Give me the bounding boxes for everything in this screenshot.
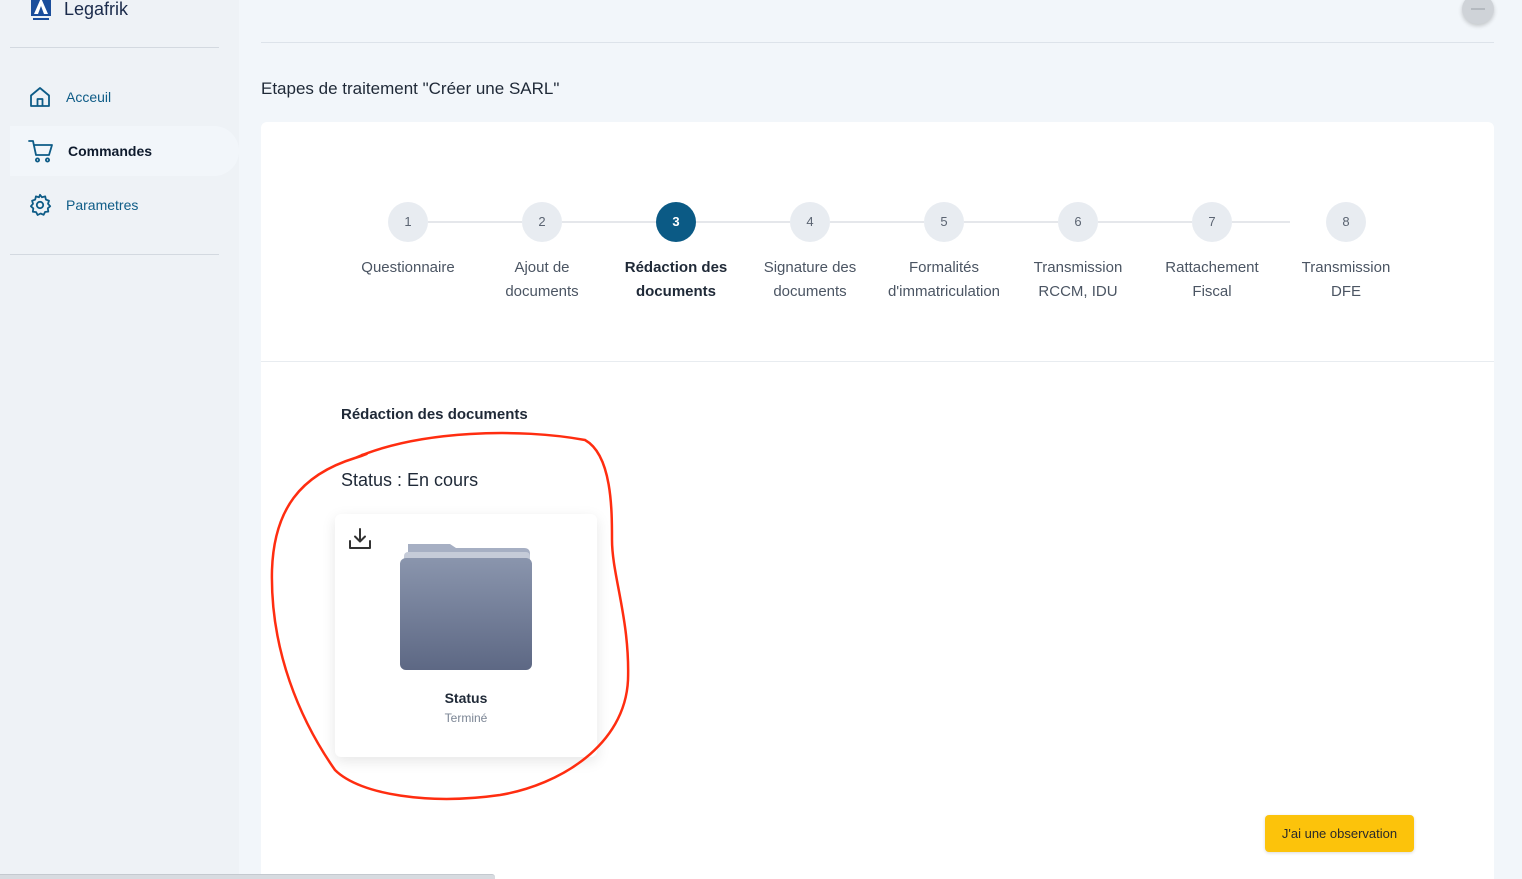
document-state: Terminé (444, 711, 488, 725)
home-icon (30, 87, 50, 107)
step-rattachement-fiscal[interactable]: 7 Rattachement Fiscal (1142, 202, 1282, 304)
document-card[interactable]: Status Terminé (335, 514, 597, 757)
step-label: Signature des documents (763, 259, 857, 300)
sidebar-divider (10, 254, 219, 255)
legafrik-logo-icon (30, 0, 52, 22)
step-number: 6 (1058, 202, 1098, 242)
section-title: Rédaction des documents (341, 406, 528, 423)
step-ajout-documents[interactable]: 2 Ajout de documents (472, 202, 612, 304)
observation-button[interactable]: J'ai une observation (1265, 815, 1414, 852)
step-number: 8 (1326, 202, 1366, 242)
card-divider (261, 361, 1494, 362)
cart-icon (28, 140, 53, 163)
step-questionnaire[interactable]: 1 Questionnaire (338, 202, 478, 280)
process-card: 1 Questionnaire 2 Ajout de documents 3 R… (261, 122, 1494, 879)
step-number: 1 (388, 202, 428, 242)
brand[interactable]: Legafrik (30, 0, 128, 24)
document-name: Status (444, 690, 488, 706)
step-label: Rattachement Fiscal (1165, 259, 1259, 300)
sidebar-item-parametres[interactable]: Parametres (10, 180, 239, 230)
step-transmission-dfe[interactable]: 8 Transmission DFE (1276, 202, 1416, 304)
brand-name: Legafrik (64, 0, 129, 19)
sidebar-item-acceuil[interactable]: Acceuil (10, 72, 239, 122)
step-label: Rédaction des documents (624, 259, 728, 300)
sidebar-item-label: Acceuil (66, 89, 112, 105)
header-divider (261, 42, 1494, 43)
gear-icon (30, 193, 52, 216)
status-text: Status : En cours (341, 470, 479, 490)
bottom-scrollbar[interactable] (0, 874, 495, 879)
step-signature-documents[interactable]: 4 Signature des documents (740, 202, 880, 304)
step-number: 3 (656, 202, 696, 242)
stepper: 1 Questionnaire 2 Ajout de documents 3 R… (261, 122, 1494, 361)
step-number: 5 (924, 202, 964, 242)
user-avatar[interactable] (1462, 0, 1494, 24)
step-formalites[interactable]: 5 Formalités d'immatriculation (874, 202, 1014, 304)
step-number: 2 (522, 202, 562, 242)
sidebar-divider (10, 47, 219, 48)
download-icon[interactable] (347, 526, 373, 557)
page-title: Etapes de traitement "Créer une SARL" (261, 79, 560, 98)
sidebar-item-label: Commandes (68, 143, 153, 159)
sidebar-item-commandes[interactable]: Commandes (10, 126, 239, 176)
step-label: Transmission RCCM, IDU (1033, 259, 1123, 300)
step-number: 7 (1192, 202, 1232, 242)
step-label: Questionnaire (361, 259, 455, 276)
step-label: Transmission DFE (1301, 259, 1391, 300)
sidebar-item-label: Parametres (66, 197, 139, 213)
folder-icon[interactable] (400, 544, 532, 670)
step-label: Formalités d'immatriculation (887, 259, 1001, 300)
step-label: Ajout de documents (505, 259, 579, 300)
step-number: 4 (790, 202, 830, 242)
sidebar: Legafrik Acceuil Commandes Parametres (0, 0, 239, 879)
step-redaction-documents[interactable]: 3 Rédaction des documents (606, 202, 746, 304)
step-transmission-rccm[interactable]: 6 Transmission RCCM, IDU (1008, 202, 1148, 304)
